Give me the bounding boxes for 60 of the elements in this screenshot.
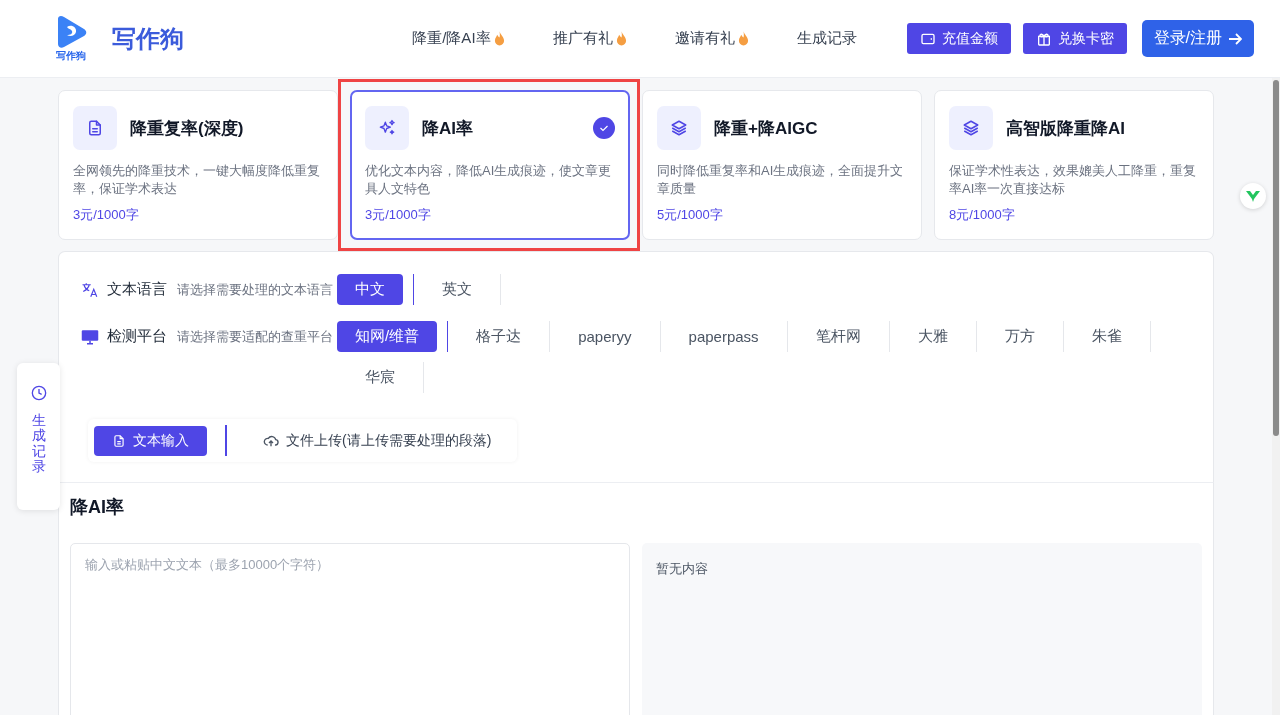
mode-tab[interactable]: 文件上传(请上传需要处理的段落) bbox=[245, 425, 510, 456]
service-title: 降AI率 bbox=[422, 117, 473, 140]
option-button[interactable]: 大雅 bbox=[889, 321, 976, 352]
action-button[interactable]: 兑换卡密 bbox=[1022, 23, 1127, 54]
translate-icon bbox=[81, 280, 99, 299]
option-hint: 请选择需要适配的查重平台 bbox=[177, 327, 333, 346]
flame-icon bbox=[615, 31, 627, 46]
service-card[interactable]: 高智版降重降AI 保证学术性表达，效果媲美人工降重，重复率AI率一次直接达标 8元/1000字 bbox=[934, 90, 1214, 240]
option-button[interactable]: 笔杆网 bbox=[787, 321, 889, 352]
login-button[interactable]: 登录/注册 bbox=[1141, 20, 1254, 57]
layers-icon bbox=[962, 119, 980, 137]
nav-link[interactable]: 推广有礼 bbox=[552, 29, 627, 48]
empty-message: 暂无内容 bbox=[656, 561, 708, 576]
layers-icon bbox=[670, 119, 688, 137]
option-button[interactable]: 华宸 bbox=[337, 362, 423, 393]
section-title: 降AI率 bbox=[70, 496, 125, 519]
monitor-icon bbox=[81, 327, 99, 346]
nav-link[interactable]: 邀请有礼 bbox=[674, 29, 749, 48]
scrollbar-thumb[interactable] bbox=[1273, 80, 1279, 436]
nav-link[interactable]: 降重/降AI率 bbox=[412, 29, 505, 48]
service-price: 3元/1000字 bbox=[73, 206, 140, 224]
logo-caption: 写作狗 bbox=[56, 48, 86, 63]
arrow-icon bbox=[1228, 31, 1242, 46]
service-price: 3元/1000字 bbox=[365, 206, 432, 224]
service-description: 全网领先的降重技术，一键大幅度降低重复率，保证学术表达 bbox=[73, 162, 321, 198]
mode-tab[interactable]: 文本输入 bbox=[94, 425, 207, 456]
clock-icon bbox=[30, 385, 47, 401]
service-description: 保证学术性表达，效果媲美人工降重，重复率AI率一次直接达标 bbox=[949, 162, 1197, 198]
service-description: 同时降低重复率和AI生成痕迹，全面提升文章质量 bbox=[657, 162, 905, 198]
floating-assistant-button[interactable] bbox=[1240, 183, 1266, 209]
option-label: 检测平台 bbox=[107, 327, 167, 346]
service-card[interactable]: 降AI率 优化文本内容，降低AI生成痕迹，使文章更具人文特色 3元/1000字 bbox=[350, 90, 630, 240]
text-input-field[interactable]: 输入或粘贴中文文本（最多10000个字符） bbox=[70, 543, 630, 715]
service-card[interactable]: 降重+降AIGC 同时降低重复率和AI生成痕迹，全面提升文章质量 5元/1000字 bbox=[642, 90, 922, 240]
nav-link[interactable]: 生成记录 bbox=[796, 29, 857, 48]
service-title: 高智版降重降AI bbox=[1006, 117, 1125, 140]
option-button[interactable]: 万方 bbox=[976, 321, 1063, 352]
document-icon bbox=[112, 433, 126, 448]
option-hint: 请选择需要处理的文本语言 bbox=[177, 280, 333, 299]
service-title: 降重复率(深度) bbox=[130, 117, 244, 140]
brand-name: 写作狗 bbox=[112, 23, 184, 54]
service-card[interactable]: 降重复率(深度) 全网领先的降重技术，一键大幅度降低重复率，保证学术表达 3元/1000字 bbox=[58, 90, 338, 240]
option-button[interactable]: 格子达 bbox=[448, 321, 550, 352]
flame-icon bbox=[493, 31, 505, 46]
check-icon bbox=[593, 117, 615, 139]
option-button[interactable]: paperpass bbox=[660, 321, 787, 352]
option-button[interactable]: 英文 bbox=[414, 274, 500, 305]
service-title: 降重+降AIGC bbox=[714, 117, 818, 140]
option-button[interactable]: paperyy bbox=[550, 321, 660, 352]
document-icon bbox=[86, 119, 104, 137]
action-button[interactable]: 充值金额 bbox=[906, 23, 1011, 54]
flame-icon bbox=[737, 31, 749, 46]
option-button[interactable]: 知网/维普 bbox=[337, 321, 438, 352]
service-description: 优化文本内容，降低AI生成痕迹，使文章更具人文特色 bbox=[365, 162, 613, 198]
option-button[interactable]: 中文 bbox=[337, 274, 403, 305]
service-price: 5元/1000字 bbox=[657, 206, 724, 224]
history-side-tab[interactable]: 生成记录 bbox=[17, 363, 60, 510]
service-price: 8元/1000字 bbox=[949, 206, 1016, 224]
option-label: 文本语言 bbox=[107, 280, 167, 299]
option-button[interactable]: 朱雀 bbox=[1063, 321, 1150, 352]
